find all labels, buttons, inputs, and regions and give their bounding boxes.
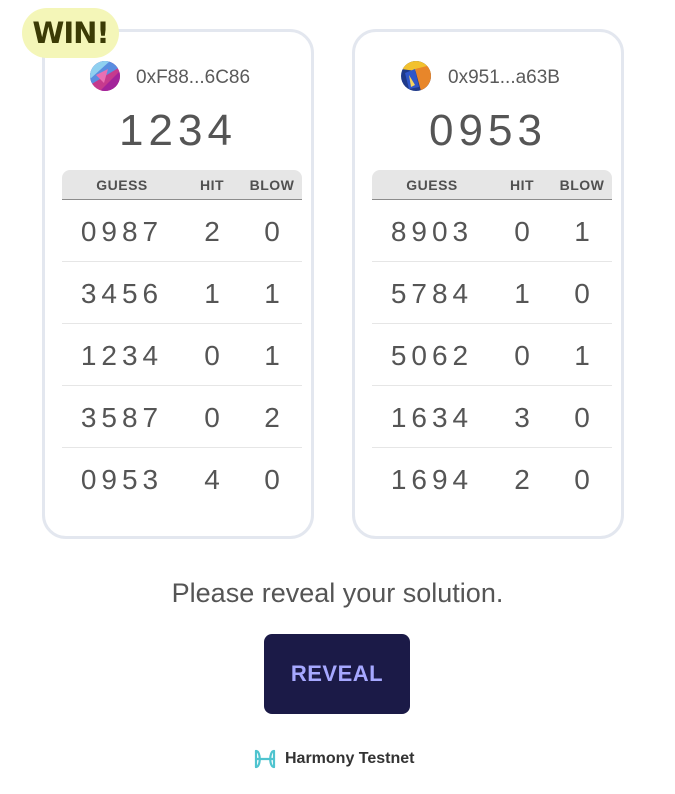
player-card-2: 0x951...a63B 0953 GUESS HIT BLOW 8903 0 … bbox=[352, 29, 624, 539]
hit-value: 1 bbox=[514, 278, 530, 309]
header-guess: GUESS bbox=[96, 177, 148, 193]
table-header: GUESS HIT BLOW bbox=[62, 170, 302, 200]
table-row: 0953 4 0 bbox=[62, 448, 302, 509]
blow-value: 1 bbox=[264, 278, 280, 309]
guess-table: GUESS HIT BLOW 8903 0 1 5784 1 0 5062 0 … bbox=[372, 170, 612, 509]
guess-value: 1634 bbox=[390, 402, 474, 433]
guess-value: 1234 bbox=[80, 340, 164, 371]
hit-value: 2 bbox=[204, 216, 220, 247]
table-row: 0987 2 0 bbox=[62, 200, 302, 262]
blow-value: 0 bbox=[574, 402, 590, 433]
table-row: 3456 1 1 bbox=[62, 262, 302, 324]
table-header: GUESS HIT BLOW bbox=[372, 170, 612, 200]
header-blow: BLOW bbox=[559, 177, 605, 193]
hit-value: 0 bbox=[514, 340, 530, 371]
blow-value: 1 bbox=[574, 340, 590, 371]
guess-value: 3587 bbox=[80, 402, 164, 433]
guess-value: 3456 bbox=[80, 278, 164, 309]
blow-value: 0 bbox=[574, 278, 590, 309]
hit-value: 0 bbox=[204, 340, 220, 371]
guess-value: 5784 bbox=[390, 278, 474, 309]
blow-value: 1 bbox=[574, 216, 590, 247]
guess-value: 5062 bbox=[390, 340, 474, 371]
hit-value: 4 bbox=[204, 464, 220, 495]
table-row: 1694 2 0 bbox=[372, 448, 612, 509]
table-row: 5062 0 1 bbox=[372, 324, 612, 386]
hit-value: 0 bbox=[514, 216, 530, 247]
reveal-button[interactable]: REVEAL bbox=[264, 634, 410, 714]
blow-value: 0 bbox=[264, 216, 280, 247]
guess-value: 0987 bbox=[80, 216, 164, 247]
secret-number: 1234 bbox=[119, 106, 237, 155]
guess-value: 1694 bbox=[390, 464, 474, 495]
blow-value: 2 bbox=[264, 402, 280, 433]
player-address: 0xF88...6C86 bbox=[136, 67, 251, 88]
header-hit: HIT bbox=[509, 177, 535, 193]
table-row: 1634 3 0 bbox=[372, 386, 612, 448]
harmony-logo-icon bbox=[254, 749, 276, 769]
header-guess: GUESS bbox=[406, 177, 458, 193]
table-row: 8903 0 1 bbox=[372, 200, 612, 262]
blow-value: 1 bbox=[264, 340, 280, 371]
blow-value: 0 bbox=[264, 464, 280, 495]
network-label: Harmony Testnet bbox=[285, 750, 415, 767]
hit-value: 3 bbox=[514, 402, 530, 433]
status-message: Please reveal your solution. bbox=[171, 578, 504, 608]
guess-value: 8903 bbox=[390, 216, 474, 247]
player-address: 0x951...a63B bbox=[448, 67, 560, 88]
player-info: 0xF88...6C86 bbox=[45, 61, 311, 93]
hit-value: 2 bbox=[514, 464, 530, 495]
avatar bbox=[90, 61, 120, 91]
blow-value: 0 bbox=[574, 464, 590, 495]
player-card-1: 0xF88...6C86 1234 GUESS HIT BLOW 0987 2 … bbox=[42, 29, 314, 539]
avatar bbox=[401, 61, 431, 91]
secret-number: 0953 bbox=[429, 106, 547, 155]
table-row: 1234 0 1 bbox=[62, 324, 302, 386]
guess-table: GUESS HIT BLOW 0987 2 0 3456 1 1 1234 0 … bbox=[62, 170, 302, 509]
header-blow: BLOW bbox=[249, 177, 295, 193]
win-badge: WIN! bbox=[22, 8, 119, 58]
table-row: 3587 0 2 bbox=[62, 386, 302, 448]
hit-value: 1 bbox=[204, 278, 220, 309]
hit-value: 0 bbox=[204, 402, 220, 433]
player-info: 0x951...a63B bbox=[355, 61, 621, 93]
table-row: 5784 1 0 bbox=[372, 262, 612, 324]
guess-value: 0953 bbox=[80, 464, 164, 495]
header-hit: HIT bbox=[199, 177, 225, 193]
